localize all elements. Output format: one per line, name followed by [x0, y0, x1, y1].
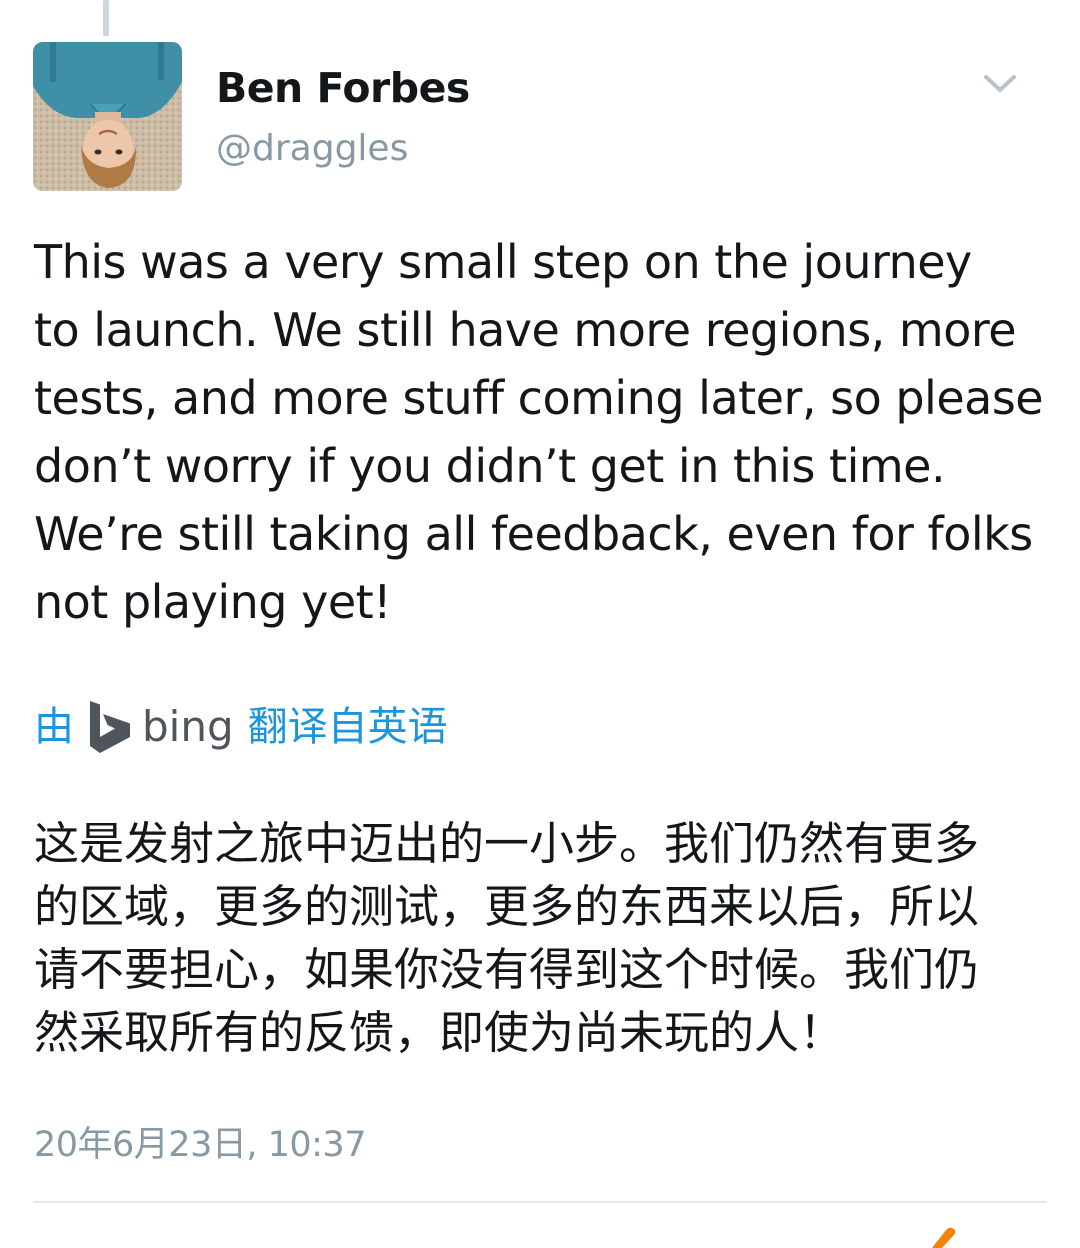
tweet-text-line: This was a very small step on the journe…: [34, 235, 972, 289]
tweet-text-line: tests, and more stuff coming later, so p…: [34, 371, 1044, 425]
tweet-timestamp: 20年6月23日, 10:37: [34, 1125, 366, 1165]
tweet-text-line: don’t worry if you didn’t get in this ti…: [34, 439, 946, 493]
tweet-text-line: to launch. We still have more regions, m…: [34, 303, 1017, 357]
avatar[interactable]: [33, 42, 182, 191]
translation-provider: bing: [142, 702, 234, 751]
translated-text-line: 这是发射之旅中迈出的一小步。我们仍然有更多: [34, 817, 980, 870]
divider: [33, 1201, 1047, 1203]
avatar-photo: [33, 42, 182, 191]
orange-accent-icon: [928, 1226, 958, 1248]
author-handle[interactable]: @draggles: [216, 122, 408, 176]
translation-attribution[interactable]: 由 bing 翻译自英语: [34, 694, 448, 760]
tweet-menu-button[interactable]: [978, 62, 1022, 106]
translated-text-line: 请不要担心，如果你没有得到这个时候。我们仍: [34, 943, 980, 996]
translated-text: 这是发射之旅中迈出的一小步。我们仍然有更多 的区域，更多的测试，更多的东西来以后…: [34, 812, 1054, 1064]
tweet-text-line: We’re still taking all feedback, even fo…: [34, 507, 1033, 561]
translated-text-line: 然采取所有的反馈，即使为尚未玩的人！: [34, 1006, 845, 1059]
chevron-down-icon: [984, 75, 1016, 92]
bing-logo-icon: [88, 701, 132, 753]
author-name[interactable]: Ben Forbes: [216, 58, 470, 118]
thread-connector-line: [103, 0, 109, 36]
tweet-text: This was a very small step on the journe…: [34, 228, 1064, 636]
translation-suffix: 翻译自英语: [247, 704, 448, 750]
translated-text-line: 的区域，更多的测试，更多的东西来以后，所以: [34, 880, 980, 933]
translation-prefix: 由: [34, 704, 74, 750]
tweet-text-line: not playing yet!: [34, 575, 392, 629]
tweet-detail-page: Ben Forbes @draggles This was a very sma…: [0, 0, 1080, 1248]
